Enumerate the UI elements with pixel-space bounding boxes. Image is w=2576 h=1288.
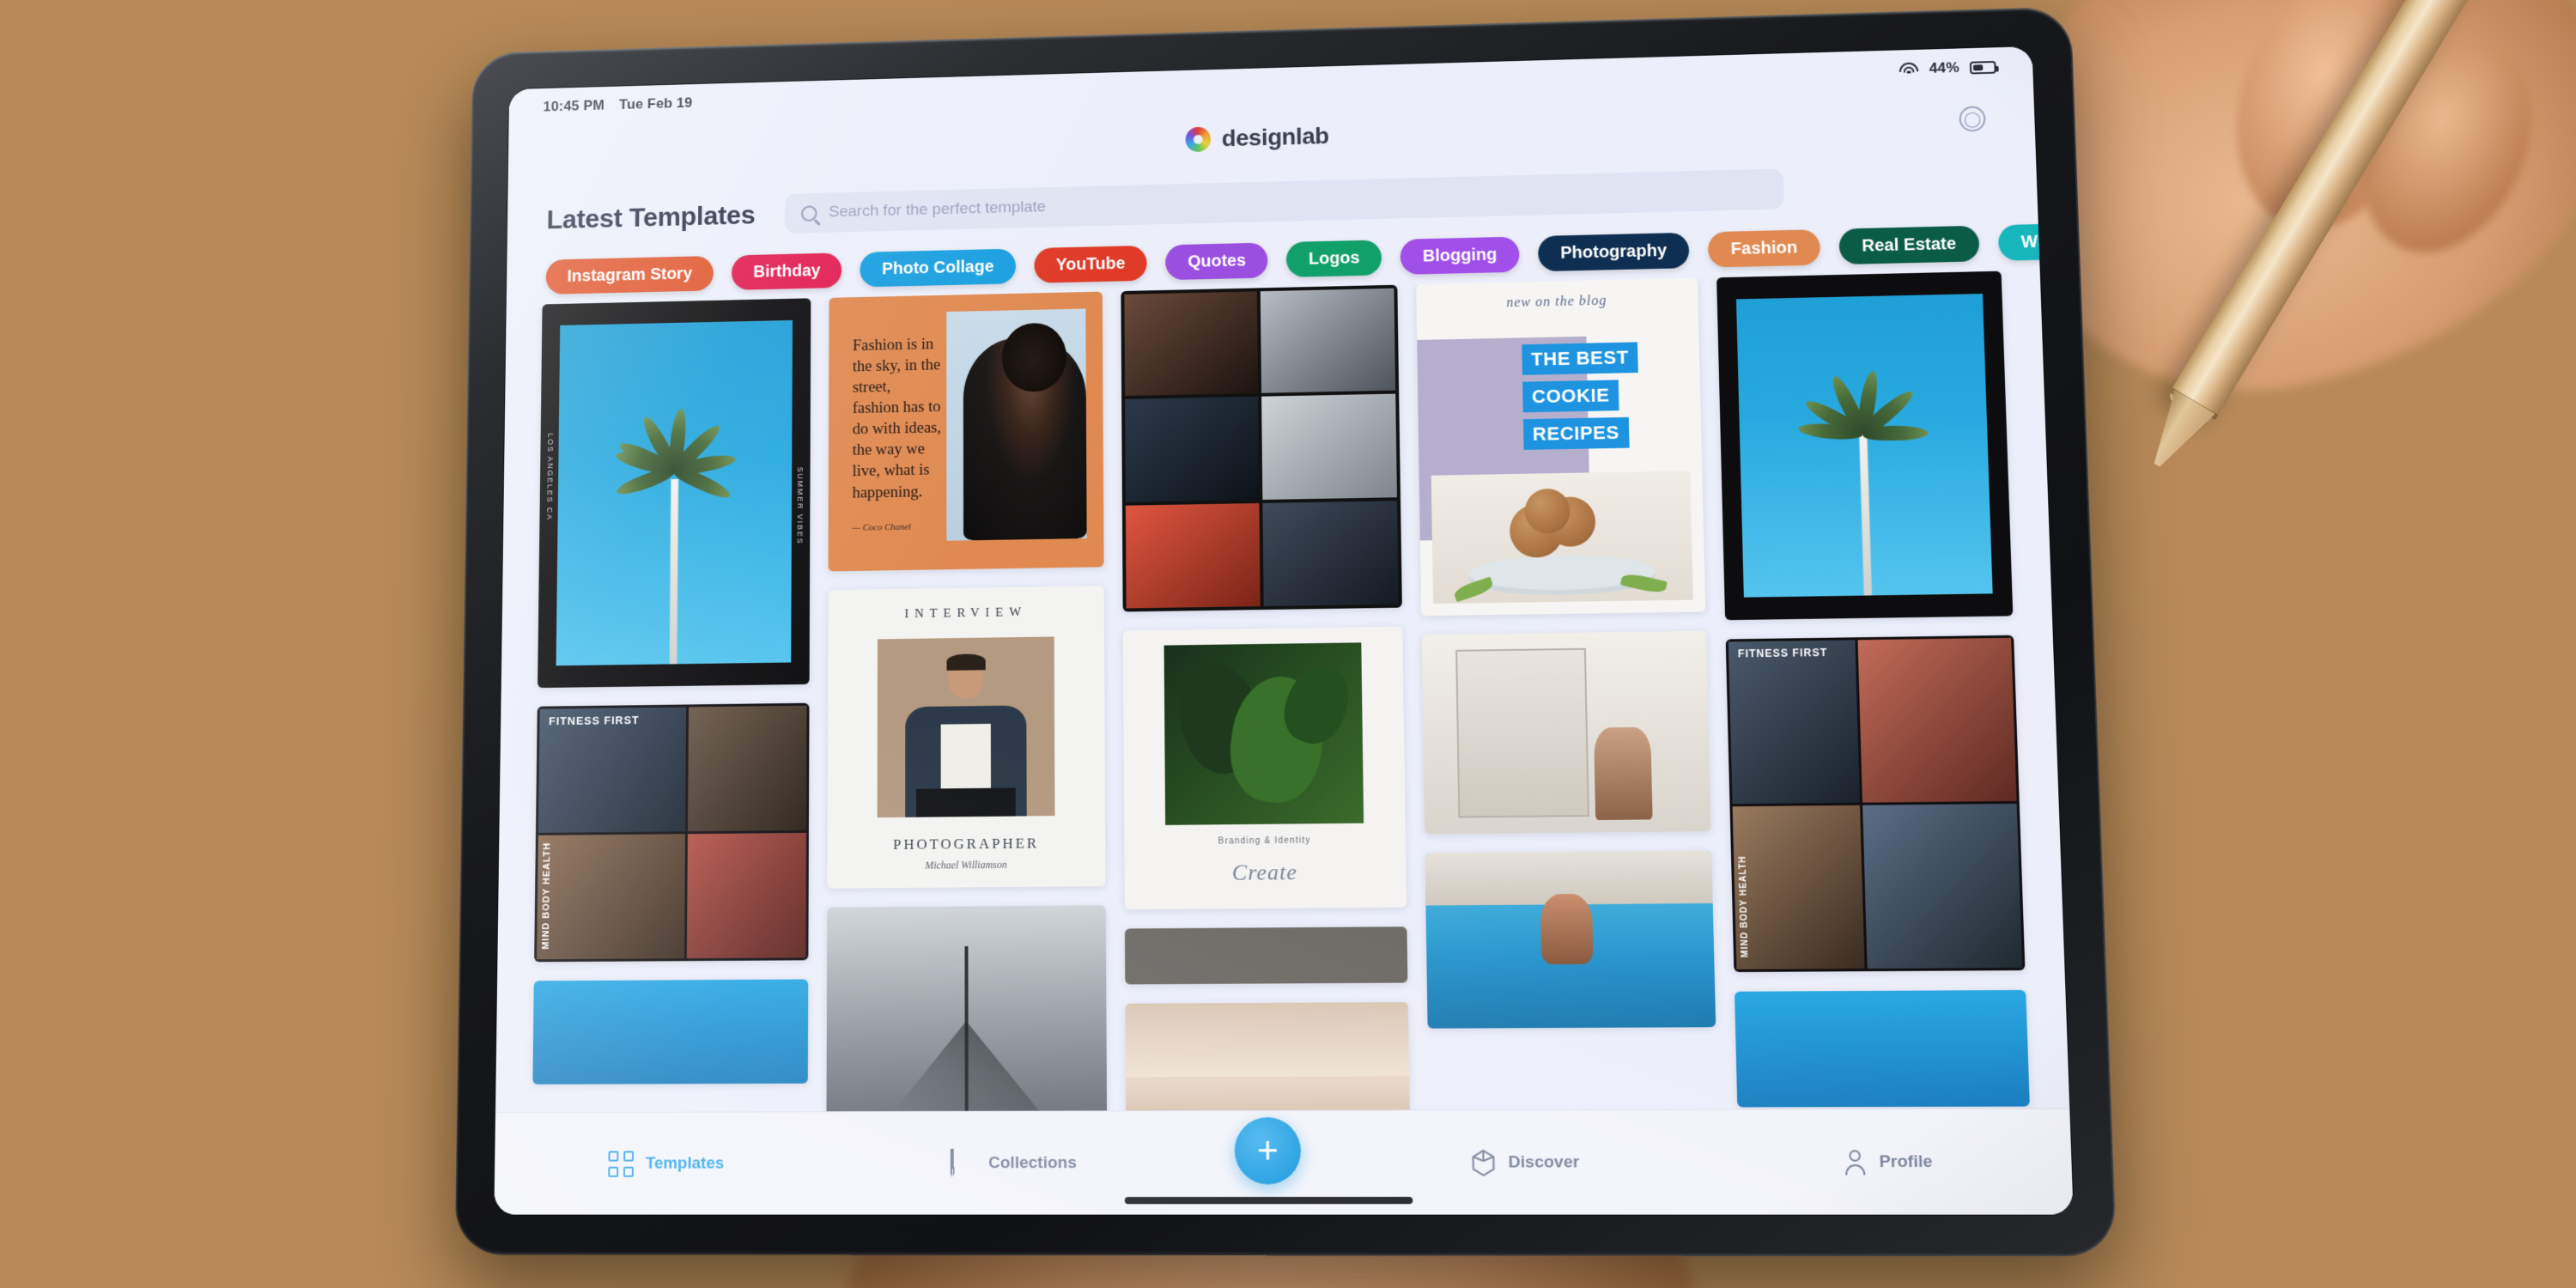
grid-column: Branding & Identity Create (1121, 284, 1412, 1113)
category-chip-birthday[interactable]: Birthday (732, 252, 842, 290)
grid-column: FITNESS FIRST MIND BODY HEALTH (1716, 270, 2030, 1108)
grid-column: LOS ANGELES CA SUMMER VIBES FITNESS FIRS… (532, 298, 811, 1084)
template-card-collage[interactable] (1121, 284, 1403, 612)
template-card-palm-story-2[interactable] (1716, 270, 2014, 621)
cookie-line-1: THE BEST (1521, 342, 1639, 375)
category-chip-quotes[interactable]: Quotes (1165, 242, 1268, 281)
category-chip-fashion[interactable]: Fashion (1707, 229, 1821, 268)
template-card-create[interactable]: Branding & Identity Create (1122, 626, 1407, 909)
template-card-fitness-2[interactable]: FITNESS FIRST MIND BODY HEALTH (1725, 635, 2026, 973)
tab-label: Profile (1879, 1151, 1933, 1171)
battery-percent: 44% (1929, 59, 1960, 76)
cookie-photo (1431, 471, 1693, 605)
aperture-logo-icon (1185, 126, 1212, 153)
template-card-doorway[interactable] (1421, 630, 1711, 835)
template-card-blue-2[interactable] (1734, 989, 2030, 1108)
home-indicator[interactable] (1124, 1196, 1413, 1205)
interview-eyebrow: INTERVIEW (904, 605, 1028, 622)
search-input[interactable]: Search for the perfect template (785, 168, 1785, 234)
template-card-gray-band[interactable] (1124, 926, 1408, 985)
template-card-bridge-1[interactable] (826, 905, 1108, 1113)
tab-templates[interactable]: Templates (495, 1150, 839, 1177)
status-time: 10:45 PM (543, 97, 605, 115)
search-icon (801, 204, 817, 222)
category-chip-blogging[interactable]: Blogging (1400, 236, 1520, 275)
template-card-pool[interactable] (1425, 850, 1716, 1029)
search-placeholder: Search for the perfect template (829, 197, 1047, 222)
create-fab-button[interactable]: + (1234, 1117, 1302, 1185)
fitness-vertical-label-2: MIND BODY HEALTH (1737, 855, 1751, 958)
grid-icon (608, 1150, 635, 1177)
fitness-title-2: FITNESS FIRST (1737, 646, 1828, 660)
palm-side-label-left: LOS ANGELES CA (545, 433, 555, 522)
tablet-device: 10:45 PM Tue Feb 19 44% designlab ◯ Late… (454, 6, 2117, 1257)
tab-label: Discover (1508, 1152, 1580, 1172)
grid-column: Fashion is in the sky, in the street, fa… (826, 291, 1108, 1113)
category-chip-photography[interactable]: Photography (1537, 232, 1690, 272)
person-icon (1843, 1149, 1867, 1175)
interview-role: PHOTOGRAPHER (893, 835, 1040, 854)
tab-label: Collections (988, 1153, 1077, 1172)
tab-collections[interactable]: Collections (839, 1148, 1189, 1176)
template-card-cookie-blog[interactable]: new on the blog THE BEST COOKIE RECIPES (1416, 277, 1705, 617)
interview-name: Michael Williamson (925, 859, 1007, 872)
status-date: Tue Feb 19 (618, 94, 693, 112)
palm-side-label-right: SUMMER VIBES (796, 466, 805, 546)
page-title: Latest Templates (546, 199, 756, 234)
template-card-fitness-1[interactable]: FITNESS FIRST MIND BODY HEALTH (534, 702, 810, 963)
create-script: Create (1231, 859, 1298, 885)
cube-icon (1471, 1149, 1496, 1176)
template-card-blue[interactable] (532, 979, 809, 1084)
template-grid[interactable]: LOS ANGELES CA SUMMER VIBES FITNESS FIRS… (495, 270, 2070, 1113)
brand-name: designlab (1221, 122, 1329, 152)
cookie-line-3: RECIPES (1522, 416, 1630, 450)
category-chip-winter[interactable]: Winter (1997, 222, 2040, 261)
category-chip-real-estate[interactable]: Real Estate (1838, 225, 1980, 265)
cookie-line-2: COOKIE (1522, 380, 1619, 413)
grid-column: new on the blog THE BEST COOKIE RECIPES (1416, 277, 1716, 1029)
monstera-photo (1163, 642, 1364, 825)
fitness-title: FITNESS FIRST (548, 714, 640, 728)
tablet-screen: 10:45 PM Tue Feb 19 44% designlab ◯ Late… (494, 46, 2074, 1215)
template-card-palm-story[interactable]: LOS ANGELES CA SUMMER VIBES (538, 298, 811, 689)
tab-profile[interactable]: Profile (1705, 1149, 2072, 1175)
interview-photo (877, 636, 1055, 818)
tab-label: Templates (645, 1153, 725, 1173)
fitness-vertical-label: MIND BODY HEALTH (541, 842, 553, 951)
template-card-beach[interactable] (1125, 1001, 1412, 1113)
fashion-quote-attribution: Coco Chanel (852, 520, 941, 534)
tablet-body: 10:45 PM Tue Feb 19 44% designlab ◯ Late… (454, 6, 2117, 1257)
template-card-fashion-quote[interactable]: Fashion is in the sky, in the street, fa… (828, 291, 1104, 572)
blog-script-text: new on the blog (1506, 293, 1607, 311)
create-caption: Branding & Identity (1218, 835, 1311, 847)
palm-crown (612, 408, 738, 511)
bookmark-icon (951, 1148, 976, 1176)
wifi-icon (1899, 62, 1919, 76)
category-chip-photo-collage[interactable]: Photo Collage (860, 248, 1016, 288)
tab-discover[interactable]: Discover (1346, 1149, 1706, 1176)
template-card-interview[interactable]: INTERVIEW PHOTOGRAPHER Michael Williamso… (827, 586, 1106, 889)
category-chip-instagram-story[interactable]: Instagram Story (545, 255, 714, 295)
clock-icon[interactable]: ◯ (1959, 106, 1986, 132)
brand: designlab (1185, 122, 1329, 153)
category-chip-logos[interactable]: Logos (1286, 240, 1382, 277)
category-chip-youtube[interactable]: YouTube (1034, 245, 1148, 283)
fashion-quote-text: Fashion is in the sky, in the street, fa… (852, 335, 941, 502)
battery-icon (1969, 60, 1996, 74)
